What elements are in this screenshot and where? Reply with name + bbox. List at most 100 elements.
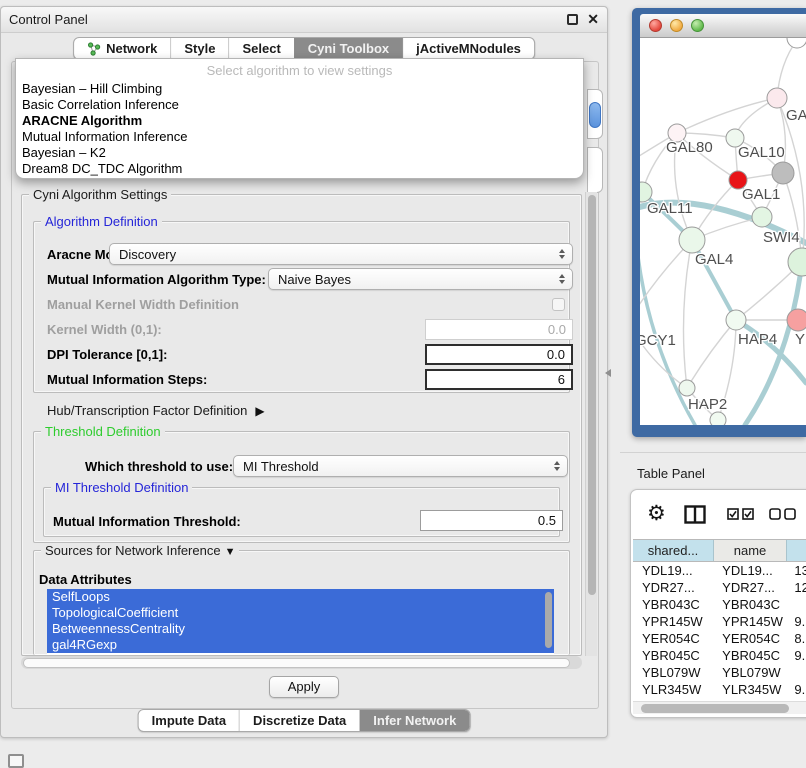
node-label: GAL80 bbox=[666, 139, 713, 156]
table-cell: YDR27... bbox=[633, 579, 713, 596]
mi-threshold-input[interactable]: 0.5 bbox=[420, 510, 563, 531]
float-window-icon[interactable] bbox=[567, 14, 578, 25]
table-row[interactable]: YBL079WYBL079W bbox=[633, 664, 806, 681]
tab-infer-network[interactable]: Infer Network bbox=[359, 710, 469, 731]
settings-horizontal-scrollbar[interactable] bbox=[21, 656, 582, 669]
network-node-hap4[interactable] bbox=[726, 310, 746, 330]
check-all-icon[interactable] bbox=[727, 508, 754, 520]
table-cell bbox=[785, 664, 806, 681]
network-node-gal1[interactable] bbox=[752, 207, 772, 227]
algorithm-option-mutual-information-inference[interactable]: Mutual Information Inference bbox=[16, 129, 583, 145]
table-row[interactable]: YDL19...YDL19...13 bbox=[633, 562, 806, 579]
manual-kernel-checkbox[interactable] bbox=[552, 298, 565, 311]
network-edge[interactable] bbox=[683, 240, 692, 388]
network-node-gal[interactable] bbox=[767, 88, 787, 108]
node-label: GAL11 bbox=[647, 200, 693, 217]
network-node[interactable] bbox=[787, 38, 806, 48]
table-cell: YPR145W bbox=[713, 613, 785, 630]
spinner-arrows-icon bbox=[559, 274, 565, 284]
split-columns-icon[interactable] bbox=[684, 505, 706, 524]
mi-type-select[interactable]: Naive Bayes bbox=[268, 268, 573, 290]
which-threshold-select[interactable]: MI Threshold bbox=[233, 455, 568, 477]
zoom-traffic-light-icon[interactable] bbox=[691, 19, 704, 32]
attribute-item-betweennesscentrality[interactable]: BetweennessCentrality bbox=[47, 621, 554, 637]
table-cell: YDL19... bbox=[713, 562, 785, 579]
mi-threshold-label: Mutual Information Threshold: bbox=[53, 514, 241, 530]
algorithm-option-bayesian-hill-climbing[interactable]: Bayesian – Hill Climbing bbox=[16, 81, 583, 97]
algorithm-option-bayesian-k2[interactable]: Bayesian – K2 bbox=[16, 145, 583, 161]
attribute-item-gal4rgexp[interactable]: gal4RGexp bbox=[47, 637, 554, 653]
network-node-swi4[interactable] bbox=[788, 248, 806, 276]
tab-label: Select bbox=[242, 41, 280, 56]
network-node[interactable] bbox=[710, 412, 726, 425]
table-cell: YER054C bbox=[713, 630, 785, 647]
kernel-width-label: Kernel Width (0,1): bbox=[47, 322, 162, 338]
column-header-name[interactable]: name bbox=[714, 540, 787, 561]
table-row[interactable]: YDR27...YDR27...12 bbox=[633, 579, 806, 596]
spinner-arrows-icon bbox=[554, 461, 560, 471]
data-attributes-label: Data Attributes bbox=[39, 572, 132, 588]
dpi-tolerance-input[interactable]: 0.0 bbox=[425, 344, 573, 365]
table-cell: YDL19... bbox=[633, 562, 713, 579]
spinner-arrows-icon bbox=[559, 249, 565, 259]
tab-network[interactable]: Network bbox=[74, 38, 170, 59]
network-node-y[interactable] bbox=[787, 309, 806, 331]
table-cell: YER054C bbox=[633, 630, 713, 647]
tab-impute-data[interactable]: Impute Data bbox=[139, 710, 239, 731]
kernel-width-input[interactable]: 0.0 bbox=[425, 319, 573, 340]
column-header-2[interactable] bbox=[787, 540, 806, 561]
node-label: GAL1 bbox=[742, 186, 780, 203]
table-row[interactable]: YER054CYER054C8. bbox=[633, 630, 806, 647]
dpi-tolerance-label: DPI Tolerance [0,1]: bbox=[47, 347, 167, 363]
expand-right-icon: ▶ bbox=[255, 403, 264, 419]
sources-expander[interactable]: Sources for Network Inference▼ bbox=[41, 543, 239, 558]
network-graph: GALGAL80GAL10GAL1GAL11GAL4SWI4GCY1HAP4YH… bbox=[640, 38, 806, 425]
data-attributes-list: SelfLoopsTopologicalCoefficientBetweenne… bbox=[47, 589, 554, 655]
mi-steps-input[interactable]: 6 bbox=[425, 369, 573, 390]
column-header-shared[interactable]: shared... bbox=[633, 540, 714, 561]
table-panel-window: ⚙ shared...name YDL19...YDL19...13YDR27.… bbox=[630, 489, 806, 718]
network-window-titlebar[interactable] bbox=[640, 14, 806, 38]
network-edge[interactable] bbox=[687, 320, 736, 388]
hub-definition-expander[interactable]: Hub/Transcription Factor Definition▶ bbox=[47, 403, 265, 419]
table-cell: 9. bbox=[785, 681, 806, 698]
combo-spinner-focused-fragment bbox=[589, 102, 601, 128]
attribute-item-topologicalcoefficient[interactable]: TopologicalCoefficient bbox=[47, 605, 554, 621]
tab-jactivemnodules[interactable]: jActiveMNodules bbox=[402, 38, 534, 59]
settings-vertical-scrollbar[interactable] bbox=[585, 192, 597, 656]
gear-icon[interactable]: ⚙ bbox=[647, 504, 666, 524]
algorithm-placeholder: Select algorithm to view settings bbox=[16, 63, 583, 81]
network-node-hap2[interactable] bbox=[679, 380, 695, 396]
algorithm-option-basic-correlation-inference[interactable]: Basic Correlation Inference bbox=[16, 97, 583, 113]
list-scrollbar[interactable] bbox=[545, 592, 552, 648]
table-row[interactable]: YLR345WYLR345W9. bbox=[633, 681, 806, 698]
table-row[interactable]: YBR043CYBR043C bbox=[633, 596, 806, 613]
attribute-item-selfloops[interactable]: SelfLoops bbox=[47, 589, 554, 605]
table-row[interactable]: YBR045CYBR045C9. bbox=[633, 647, 806, 664]
minimize-traffic-light-icon[interactable] bbox=[670, 19, 683, 32]
uncheck-all-icon[interactable] bbox=[769, 508, 796, 520]
node-label: GCY1 bbox=[640, 332, 676, 349]
close-traffic-light-icon[interactable] bbox=[649, 19, 662, 32]
tab-style[interactable]: Style bbox=[170, 38, 228, 59]
network-edge[interactable] bbox=[677, 98, 777, 133]
group-title: Algorithm Definition bbox=[41, 214, 162, 229]
network-node[interactable] bbox=[772, 162, 794, 184]
network-canvas[interactable]: GALGAL80GAL10GAL1GAL11GAL4SWI4GCY1HAP4YH… bbox=[640, 38, 806, 425]
table-cell: YBL079W bbox=[633, 664, 713, 681]
close-icon[interactable]: ✕ bbox=[587, 14, 599, 25]
apply-button[interactable]: Apply bbox=[269, 676, 339, 698]
table-cell: YBL079W bbox=[713, 664, 785, 681]
tab-select[interactable]: Select bbox=[228, 38, 293, 59]
table-row[interactable]: YPR145WYPR145W9. bbox=[633, 613, 806, 630]
bottom-corner-icon[interactable] bbox=[8, 754, 24, 768]
network-node-gal4[interactable] bbox=[679, 227, 705, 253]
tab-cyni-toolbox[interactable]: Cyni Toolbox bbox=[294, 38, 402, 59]
table-cell: YPR145W bbox=[633, 613, 713, 630]
table-horizontal-scrollbar[interactable] bbox=[633, 701, 806, 714]
algorithm-option-dream8-dc-tdc-algorithm[interactable]: Dream8 DC_TDC Algorithm bbox=[16, 161, 583, 177]
algorithm-option-aracne-algorithm[interactable]: ARACNE Algorithm bbox=[16, 113, 583, 129]
tab-discretize-data[interactable]: Discretize Data bbox=[239, 710, 359, 731]
panel-divider-handle[interactable] bbox=[605, 369, 611, 377]
aracne-mode-select[interactable]: Discovery bbox=[109, 243, 573, 265]
